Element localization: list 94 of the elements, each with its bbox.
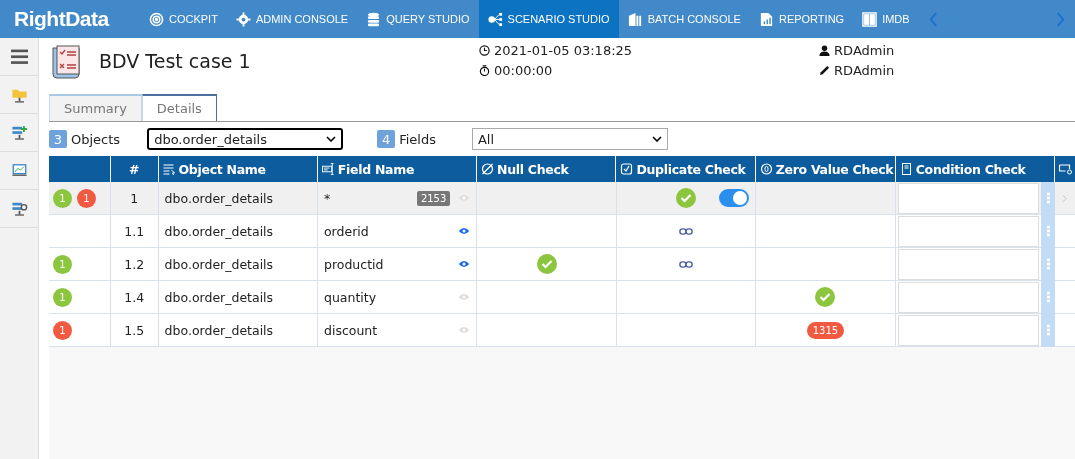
count-badge: 3 xyxy=(49,130,67,148)
kebab-icon xyxy=(1046,258,1050,270)
count-badge: 2153 xyxy=(416,190,451,206)
status-badge: 1 xyxy=(53,287,72,307)
nav-tab[interactable]: QUERY STUDIO xyxy=(357,0,479,38)
monitor-chart-icon xyxy=(10,162,28,179)
empty-set-icon xyxy=(481,163,495,175)
document-chart-icon xyxy=(758,11,774,27)
kebab-icon xyxy=(1046,291,1050,303)
nav-tab[interactable]: IMDB xyxy=(853,0,919,38)
caret-icon xyxy=(651,136,662,142)
scroll-right-icon[interactable] xyxy=(1056,11,1065,27)
field-name: discount xyxy=(323,322,378,338)
user-icon xyxy=(819,45,831,56)
gear-icon xyxy=(235,11,251,27)
eye-icon[interactable] xyxy=(458,260,471,268)
condition-input[interactable] xyxy=(897,248,1039,280)
object-name: dbo.order_details xyxy=(164,256,274,272)
row-number: 1 xyxy=(130,190,139,206)
field-select[interactable]: All xyxy=(471,128,668,150)
kebab-icon xyxy=(1046,192,1050,204)
check-icon xyxy=(536,254,557,274)
toggle-switch[interactable] xyxy=(719,189,750,207)
table-row[interactable]: 1 1.5 dbo.order_details discount 1315 xyxy=(49,314,1075,347)
nav-tab[interactable]: SCENARIO STUDIO xyxy=(478,0,619,38)
status-badge: 1 xyxy=(53,320,72,340)
objects-label: Objects xyxy=(71,131,121,147)
nav-tab[interactable]: REPORTING xyxy=(749,0,854,38)
editor-name: RDAdmin xyxy=(834,63,895,78)
pencil-icon xyxy=(819,65,831,76)
nav-tab[interactable]: COCKPIT xyxy=(140,0,227,38)
count-badge: 1315 xyxy=(806,321,845,339)
check-icon xyxy=(815,287,836,307)
more-button[interactable] xyxy=(1041,181,1055,215)
database-icon xyxy=(366,11,382,27)
nav-tab[interactable]: BATCH CONSOLE xyxy=(618,0,750,38)
object-name: dbo.order_details xyxy=(164,322,274,338)
clock-icon xyxy=(479,45,490,56)
row-number: 1.4 xyxy=(124,289,145,305)
table-settings-icon xyxy=(1059,163,1072,175)
nodes-icon xyxy=(487,11,503,27)
stopwatch-icon xyxy=(479,65,490,76)
object-name: dbo.order_details xyxy=(164,223,274,239)
menu-icon xyxy=(10,48,28,65)
list-icon xyxy=(162,163,176,175)
columns-icon xyxy=(862,11,878,27)
expand-icon[interactable] xyxy=(1062,193,1068,203)
owner-name: RDAdmin xyxy=(834,43,895,58)
row-number: 1.1 xyxy=(124,223,145,239)
link-icon[interactable] xyxy=(679,260,693,268)
zero-circle-icon xyxy=(759,163,773,175)
tab[interactable]: Details xyxy=(141,94,217,121)
logo[interactable]: RightData xyxy=(0,7,140,31)
scroll-left-icon[interactable] xyxy=(928,11,938,27)
table-row[interactable]: 1 1.2 dbo.order_details productid xyxy=(49,248,1075,281)
count-badge: 4 xyxy=(377,130,396,148)
kebab-icon xyxy=(1046,324,1050,336)
condition-input[interactable] xyxy=(897,314,1039,346)
document-icon xyxy=(899,163,913,175)
text-cursor-icon xyxy=(321,163,335,175)
status-badge: 1 xyxy=(77,188,96,208)
field-name: quantity xyxy=(323,289,377,305)
table-gear-icon xyxy=(10,200,28,217)
fields-label: Fields xyxy=(399,131,436,147)
duration: 00:00:00 xyxy=(494,63,553,78)
condition-input[interactable] xyxy=(897,215,1039,247)
field-name: orderid xyxy=(323,223,369,239)
add-table-icon xyxy=(10,124,28,141)
building-icon xyxy=(627,11,643,27)
condition-input[interactable] xyxy=(897,182,1039,214)
object-select[interactable]: dbo.order_details xyxy=(147,128,344,150)
object-name: dbo.order_details xyxy=(164,289,274,305)
row-number: 1.2 xyxy=(124,256,145,272)
caret-icon xyxy=(326,136,337,142)
tab[interactable]: Summary xyxy=(49,94,142,121)
condition-input[interactable] xyxy=(897,281,1039,313)
field-name: productid xyxy=(323,256,384,272)
table-row[interactable]: 1 1 1 dbo.order_details * 2153 xyxy=(49,182,1075,215)
check-icon xyxy=(676,188,696,208)
timestamp: 2021-01-05 03:18:25 xyxy=(494,43,633,58)
eye-icon[interactable] xyxy=(458,227,471,235)
table-row[interactable]: 1 1.4 dbo.order_details quantity xyxy=(49,281,1075,314)
status-badge: 1 xyxy=(53,188,72,208)
status-badge: 1 xyxy=(53,254,72,274)
kebab-icon xyxy=(1046,225,1050,237)
nav-tab[interactable]: ADMIN CONSOLE xyxy=(226,0,358,38)
page-title: BDV Test case 1 xyxy=(99,50,252,72)
field-name: * xyxy=(323,190,331,206)
checkbox-icon xyxy=(620,163,634,175)
object-name: dbo.order_details xyxy=(164,190,274,206)
row-number: 1.5 xyxy=(124,322,145,338)
link-icon[interactable] xyxy=(679,227,693,235)
table-row[interactable]: 1.1 dbo.order_details orderid xyxy=(49,215,1075,248)
target-icon xyxy=(149,11,164,27)
